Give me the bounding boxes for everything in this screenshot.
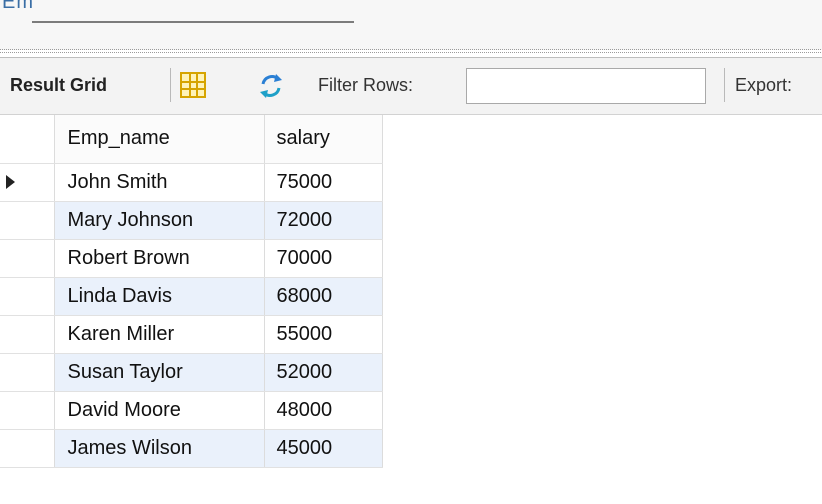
cell-emp-name[interactable]: Linda Davis [54, 277, 265, 316]
cell-salary[interactable]: 45000 [264, 429, 383, 468]
cell-emp-name[interactable]: Robert Brown [54, 239, 265, 278]
result-grid: Emp_name salary John Smith 75000 Mary Jo… [0, 115, 383, 468]
table-row[interactable]: Robert Brown 70000 [0, 239, 383, 278]
cell-emp-name[interactable]: James Wilson [54, 429, 265, 468]
cell-emp-name[interactable]: John Smith [54, 163, 265, 202]
cell-emp-name[interactable]: David Moore [54, 391, 265, 430]
filter-rows-label: Filter Rows: [318, 75, 414, 95]
editor-underline [32, 21, 354, 23]
column-header-salary[interactable]: salary [264, 115, 383, 164]
table-row[interactable]: Linda Davis 68000 [0, 277, 383, 316]
refresh-icon[interactable] [257, 72, 285, 100]
cell-salary[interactable]: 72000 [264, 201, 383, 240]
grid-view-icon[interactable] [180, 72, 206, 98]
query-editor-strip: Em [0, 0, 822, 50]
cell-emp-name[interactable]: Mary Johnson [54, 201, 265, 240]
row-indicator[interactable] [0, 391, 55, 430]
table-row[interactable]: Susan Taylor 52000 [0, 353, 383, 392]
editor-partial-text: Em [2, 0, 34, 13]
row-indicator[interactable] [0, 277, 55, 316]
table-row[interactable]: Mary Johnson 72000 [0, 201, 383, 240]
header-row: Emp_name salary [0, 115, 383, 164]
export-label[interactable]: Export: [735, 75, 792, 96]
row-indicator[interactable] [0, 239, 55, 278]
splitter-handle[interactable] [0, 49, 822, 58]
cell-salary[interactable]: 55000 [264, 315, 383, 354]
row-indicator[interactable] [0, 353, 55, 392]
toolbar-separator [724, 68, 725, 102]
result-grid-tab[interactable]: Result Grid [10, 75, 107, 96]
table-row[interactable]: Karen Miller 55000 [0, 315, 383, 354]
column-header-emp-name[interactable]: Emp_name [54, 115, 265, 164]
table-row[interactable]: John Smith 75000 [0, 163, 383, 202]
row-indicator-header [0, 115, 55, 164]
current-row-arrow-icon [6, 175, 15, 190]
row-indicator[interactable] [0, 201, 55, 240]
cell-salary[interactable]: 48000 [264, 391, 383, 430]
row-indicator[interactable] [0, 315, 55, 354]
row-indicator[interactable] [0, 429, 55, 468]
result-toolbar: Result Grid Filter Rows: Export: [0, 58, 822, 115]
table-row[interactable]: David Moore 48000 [0, 391, 383, 430]
cell-emp-name[interactable]: Karen Miller [54, 315, 265, 354]
filter-rows-input[interactable] [466, 68, 706, 104]
row-indicator[interactable] [0, 163, 55, 202]
toolbar-separator [170, 68, 171, 102]
cell-salary[interactable]: 75000 [264, 163, 383, 202]
cell-salary[interactable]: 52000 [264, 353, 383, 392]
table-row[interactable]: James Wilson 45000 [0, 429, 383, 468]
cell-salary[interactable]: 70000 [264, 239, 383, 278]
cell-salary[interactable]: 68000 [264, 277, 383, 316]
cell-emp-name[interactable]: Susan Taylor [54, 353, 265, 392]
